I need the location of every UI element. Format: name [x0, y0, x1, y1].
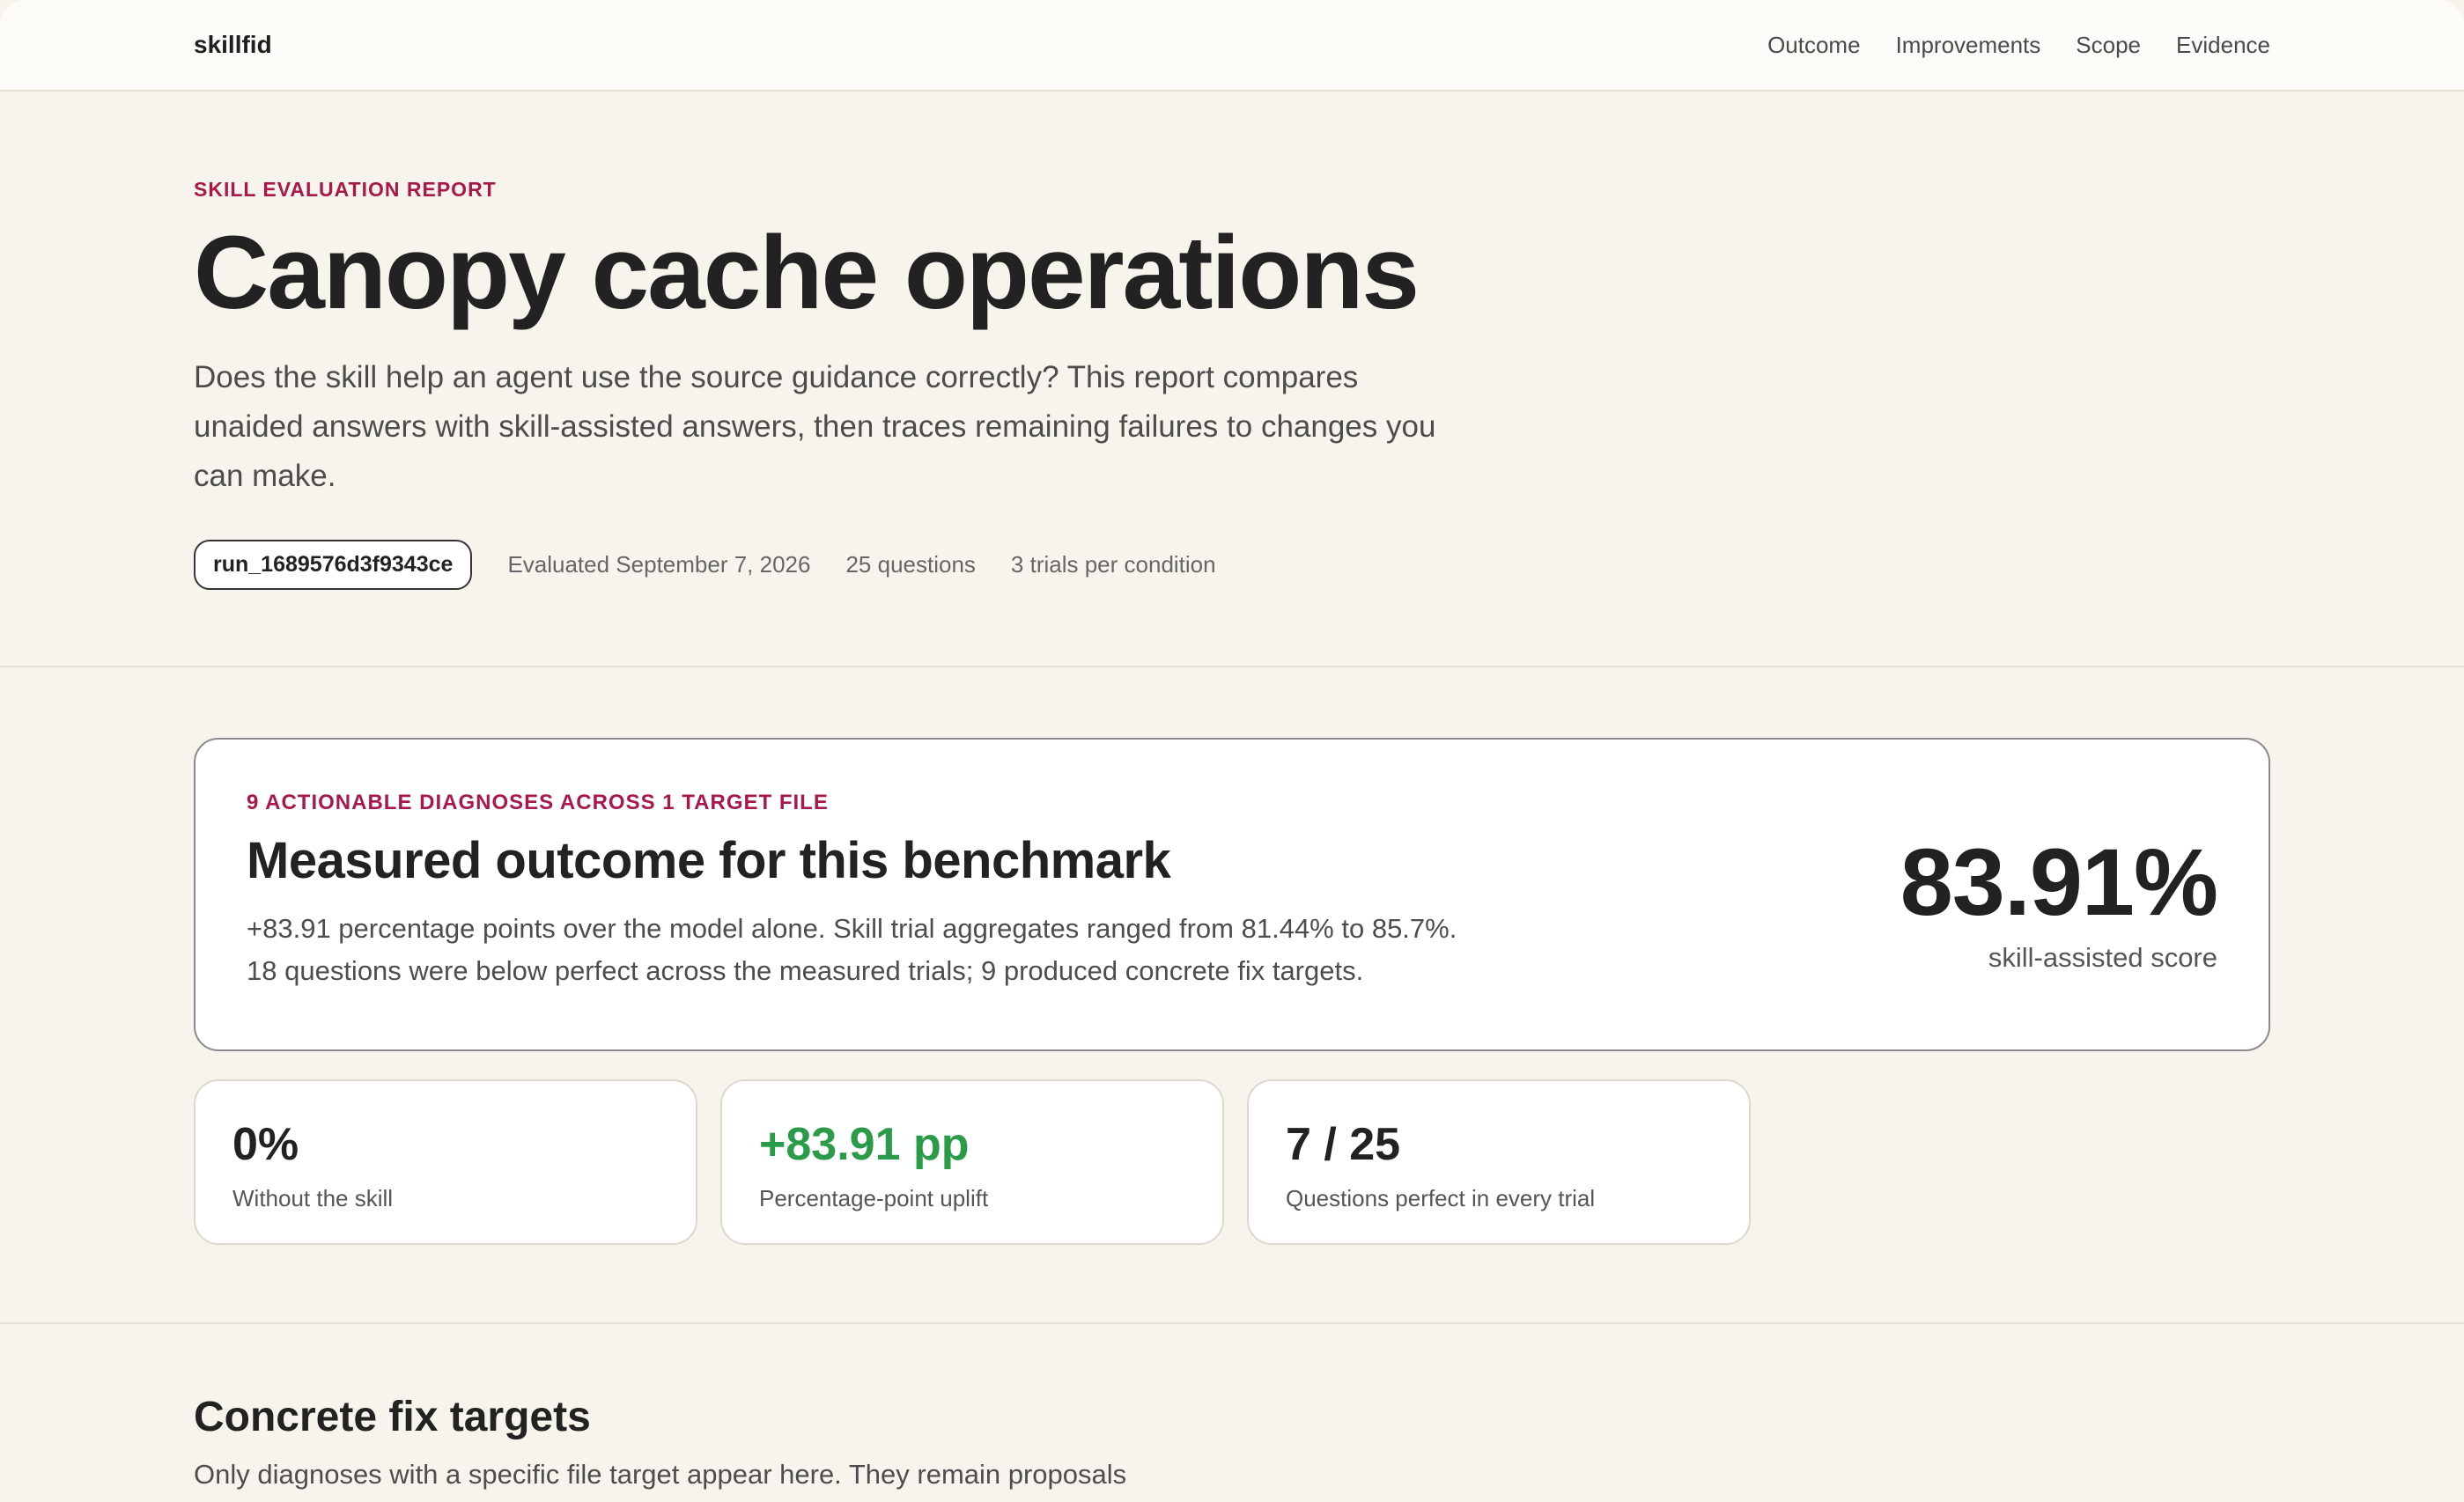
- outcome-summary: 9 ACTIONABLE DIAGNOSES ACROSS 1 TARGET F…: [247, 791, 1457, 1049]
- question-count: 25 questions: [845, 550, 976, 578]
- outcome-description: +83.91 percentage points over the model …: [247, 908, 1457, 992]
- stat-label: Percentage-point uplift: [759, 1185, 989, 1211]
- nav-links: Outcome Improvements Scope Evidence: [1767, 32, 2270, 59]
- outcome-line-2: 18 questions were below perfect across t…: [247, 955, 1364, 986]
- stat-card-uplift: +83.91 pp Percentage-point uplift: [720, 1079, 1224, 1245]
- fix-targets-section: Concrete fix targets Only diagnoses with…: [0, 1324, 2464, 1491]
- nav-link-scope[interactable]: Scope: [2076, 32, 2141, 59]
- nav-link-evidence[interactable]: Evidence: [2176, 32, 2270, 59]
- report-description: Does the skill help an agent use the sou…: [194, 359, 1436, 493]
- hero-section: SKILL EVALUATION REPORT Canopy cache ope…: [0, 92, 2464, 667]
- nav-link-improvements[interactable]: Improvements: [1896, 32, 2041, 59]
- stat-label: Questions perfect in every trial: [1286, 1185, 1596, 1211]
- outcome-card: 9 ACTIONABLE DIAGNOSES ACROSS 1 TARGET F…: [194, 738, 2270, 1051]
- skill-assisted-score: 83.91%: [1900, 828, 2218, 935]
- stat-card-baseline: 0% Without the skill: [194, 1079, 697, 1245]
- stat-value: 0%: [232, 1119, 299, 1170]
- report-meta: run_1689576d3f9343ce Evaluated September…: [194, 539, 2270, 590]
- report-page: skillfid Outcome Improvements Scope Evid…: [0, 0, 2464, 1502]
- page-title: Canopy cache operations: [194, 215, 1420, 331]
- stat-label: Without the skill: [232, 1185, 394, 1211]
- nav-link-outcome[interactable]: Outcome: [1767, 32, 1861, 59]
- brand-logo[interactable]: skillfid: [194, 31, 272, 59]
- report-eyebrow: SKILL EVALUATION REPORT: [194, 178, 497, 201]
- diagnoses-eyebrow: 9 ACTIONABLE DIAGNOSES ACROSS 1 TARGET F…: [247, 791, 829, 814]
- outcome-section: 9 ACTIONABLE DIAGNOSES ACROSS 1 TARGET F…: [0, 667, 2464, 1324]
- stat-value: 7 / 25: [1286, 1119, 1401, 1170]
- trial-count: 3 trials per condition: [1010, 550, 1216, 578]
- score-block: 83.91% skill-assisted score: [1900, 791, 2218, 1049]
- fix-targets-subtitle: Only diagnoses with a specific file targ…: [194, 1459, 1127, 1490]
- outcome-line-1: +83.91 percentage points over the model …: [247, 913, 1457, 944]
- stat-cards: 0% Without the skill +83.91 pp Percentag…: [194, 1079, 2270, 1245]
- evaluated-date: Evaluated September 7, 2026: [507, 550, 811, 578]
- stat-value: +83.91 pp: [759, 1119, 970, 1170]
- outcome-title: Measured outcome for this benchmark: [247, 832, 1171, 889]
- stat-card-perfect-questions: 7 / 25 Questions perfect in every trial: [1247, 1079, 1751, 1245]
- score-label: skill-assisted score: [1988, 942, 2217, 973]
- top-navigation: skillfid Outcome Improvements Scope Evid…: [0, 0, 2464, 92]
- run-id-badge[interactable]: run_1689576d3f9343ce: [194, 539, 473, 590]
- fix-targets-title: Concrete fix targets: [194, 1394, 591, 1440]
